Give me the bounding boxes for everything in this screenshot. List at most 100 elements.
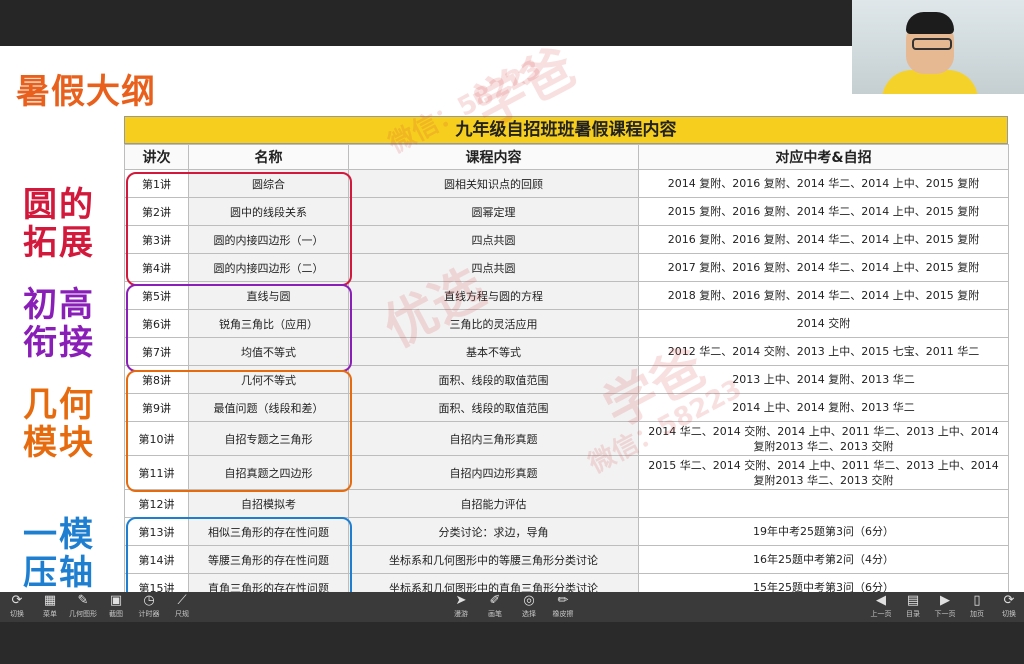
tool-label: 几何图形 bbox=[69, 610, 97, 618]
lesson-reference: 16年25题中考第2问（4分） bbox=[638, 545, 1009, 574]
lesson-content: 面积、线段的取值范围 bbox=[348, 393, 639, 422]
pointer-button[interactable]: ➤ 漫游 bbox=[444, 592, 478, 622]
presenter-glasses bbox=[912, 38, 952, 50]
lesson-name: 自招真题之四边形 bbox=[188, 455, 349, 490]
lesson-content: 三角比的灵活应用 bbox=[348, 309, 639, 338]
lesson-reference: 2014 复附、2016 复附、2014 华二、2014 上中、2015 复附 bbox=[638, 169, 1009, 198]
table-body: 第1讲 圆综合 圆相关知识点的回顾 2014 复附、2016 复附、2014 华二、2… bbox=[124, 169, 1009, 592]
lesson-reference: 2014 华二、2014 交附、2014 上中、2011 华二、2013 上中、… bbox=[638, 421, 1009, 456]
lesson-number: 第10讲 bbox=[124, 421, 189, 456]
page-list-button[interactable]: ▤ 目录 bbox=[896, 592, 930, 622]
timer-button[interactable]: ◷ 计时器 bbox=[132, 592, 166, 622]
lesson-reference: 2015 华二、2014 交附、2014 上中、2011 华二、2013 上中、… bbox=[638, 455, 1009, 490]
refresh-icon: ⟳ bbox=[1003, 593, 1015, 608]
table-row: 第3讲 圆的内接四边形（一） 四点共圆 2016 复附、2016 复附、2014 华二… bbox=[124, 225, 1009, 254]
lesson-number: 第15讲 bbox=[124, 573, 189, 592]
lesson-name: 锐角三角比（应用） bbox=[188, 309, 349, 338]
ruler-pen-icon: ✎ bbox=[77, 593, 89, 608]
table-row: 第9讲 最值问题（线段和差） 面积、线段的取值范围 2014 上中、2014 复附、2… bbox=[124, 393, 1009, 422]
table-row: 第4讲 圆的内接四边形（二） 四点共圆 2017 复附、2016 复附、2014 华二… bbox=[124, 253, 1009, 282]
whiteboard-toolbar: ⟳ 切换 ▦ 菜单 ✎ 几何图形 ▣ 截图 ◷ 计时器 ⟋ 尺规 ➤ 漫游 ✐ 画笔 ◎ 选择 ✏ 橡皮擦 ◀ 上一页 ▤ 目… bbox=[0, 592, 1024, 622]
table-row: 第8讲 几何不等式 面积、线段的取值范围 2013 上中、2014 复附、2013 华… bbox=[124, 365, 1009, 394]
refresh-button[interactable]: ⟳ 切换 bbox=[992, 592, 1024, 622]
lesson-number: 第6讲 bbox=[124, 309, 189, 338]
add-page-button[interactable]: ▯ 加页 bbox=[960, 592, 994, 622]
header-name: 名称 bbox=[188, 144, 349, 170]
lesson-number: 第5讲 bbox=[124, 281, 189, 310]
table-row: 第5讲 直线与圆 直线方程与圆的方程 2018 复附、2016 复附、2014 华二、… bbox=[124, 281, 1009, 310]
tool-label: 选择 bbox=[522, 610, 536, 618]
lesson-name: 直角三角形的存在性问题 bbox=[188, 573, 349, 592]
table-row: 第12讲 自招模拟考 自招能力评估 bbox=[124, 489, 1009, 518]
lesson-name: 相似三角形的存在性问题 bbox=[188, 517, 349, 546]
lesson-number: 第13讲 bbox=[124, 517, 189, 546]
lesson-reference: 15年25题中考第3问（6分） bbox=[638, 573, 1009, 592]
side-label-geometry: 几何模块 bbox=[23, 385, 95, 463]
lesson-number: 第14讲 bbox=[124, 545, 189, 574]
ruler-pen-button[interactable]: ✎ 几何图形 bbox=[66, 592, 100, 622]
tool-label: 尺规 bbox=[175, 610, 189, 618]
course-table: 九年级自招班班暑假课程内容 讲次 名称 课程内容 对应中考&自招 第1讲 圆综合圆… bbox=[124, 116, 1009, 592]
tool-label: 漫游 bbox=[454, 610, 468, 618]
tool-label: 下一页 bbox=[934, 610, 956, 618]
table-title: 九年级自招班班暑假课程内容 bbox=[124, 116, 1008, 144]
lesson-content: 基本不等式 bbox=[348, 337, 639, 366]
lesson-name: 几何不等式 bbox=[188, 365, 349, 394]
footer-bar bbox=[0, 622, 1024, 664]
pen-icon: ✐ bbox=[489, 593, 501, 608]
ruler-icon: ⟋ bbox=[177, 593, 187, 608]
lesson-content: 坐标系和几何图形中的直角三角形分类讨论 bbox=[348, 573, 639, 592]
add-page-icon: ▯ bbox=[973, 593, 981, 608]
lesson-name: 自招模拟考 bbox=[188, 489, 349, 518]
ruler-button[interactable]: ⟋ 尺规 bbox=[165, 592, 199, 622]
lesson-reference: 19年中考25题第3问（6分） bbox=[638, 517, 1009, 546]
tool-label: 加页 bbox=[970, 610, 984, 618]
table-row: 第11讲 自招真题之四边形 自招内四边形真题 2015 华二、2014 交附、2014… bbox=[124, 455, 1009, 490]
lesson-reference: 2015 复附、2016 复附、2014 华二、2014 上中、2015 复附 bbox=[638, 197, 1009, 226]
lesson-reference bbox=[638, 489, 1009, 518]
lesson-name: 最值问题（线段和差） bbox=[188, 393, 349, 422]
slide: 暑假大纲 圆的拓展 初高衔接 几何模块 一模压轴 九年级自招班班暑假课程内容 讲… bbox=[0, 46, 1024, 592]
tool-label: 菜单 bbox=[43, 610, 57, 618]
lesson-content: 圆幂定理 bbox=[348, 197, 639, 226]
lesson-content: 自招内四边形真题 bbox=[348, 455, 639, 490]
lesson-number: 第8讲 bbox=[124, 365, 189, 394]
lesson-reference: 2013 上中、2014 复附、2013 华二 bbox=[638, 365, 1009, 394]
header-ref: 对应中考&自招 bbox=[638, 144, 1009, 170]
eraser-icon: ✏ bbox=[557, 593, 569, 608]
image-button[interactable]: ▣ 截图 bbox=[99, 592, 133, 622]
lesson-content: 分类讨论：求边，导角 bbox=[348, 517, 639, 546]
lesson-name: 直线与圆 bbox=[188, 281, 349, 310]
table-row: 第10讲 自招专题之三角形 自招内三角形真题 2014 华二、2014 交附、2014… bbox=[124, 421, 1009, 456]
lesson-name: 圆中的线段关系 bbox=[188, 197, 349, 226]
lesson-number: 第7讲 bbox=[124, 337, 189, 366]
tool-label: 计时器 bbox=[138, 610, 160, 618]
lesson-number: 第2讲 bbox=[124, 197, 189, 226]
tool-label: 上一页 bbox=[870, 610, 892, 618]
lesson-number: 第1讲 bbox=[124, 169, 189, 198]
lesson-content: 四点共圆 bbox=[348, 253, 639, 282]
lesson-reference: 2017 复附、2016 复附、2014 华二、2014 上中、2015 复附 bbox=[638, 253, 1009, 282]
lesson-content: 面积、线段的取值范围 bbox=[348, 365, 639, 394]
next-page-button[interactable]: ▶ 下一页 bbox=[928, 592, 962, 622]
select-button[interactable]: ◎ 选择 bbox=[512, 592, 546, 622]
lesson-number: 第4讲 bbox=[124, 253, 189, 282]
tool-label: 橡皮擦 bbox=[552, 610, 574, 618]
table-row: 第2讲 圆中的线段关系 圆幂定理 2015 复附、2016 复附、2014 华二、20… bbox=[124, 197, 1009, 226]
tool-label: 目录 bbox=[906, 610, 920, 618]
webcam-feed bbox=[852, 0, 1024, 94]
tool-label: 画笔 bbox=[488, 610, 502, 618]
lesson-reference: 2014 上中、2014 复附、2013 华二 bbox=[638, 393, 1009, 422]
rotate-button[interactable]: ⟳ 切换 bbox=[0, 592, 34, 622]
rotate-icon: ⟳ bbox=[11, 593, 23, 608]
grid-icon: ▦ bbox=[43, 593, 57, 608]
pen-button[interactable]: ✐ 画笔 bbox=[478, 592, 512, 622]
lesson-reference: 2014 交附 bbox=[638, 309, 1009, 338]
table-header-row: 讲次 名称 课程内容 对应中考&自招 bbox=[124, 144, 1009, 170]
lesson-number: 第12讲 bbox=[124, 489, 189, 518]
lesson-name: 圆的内接四边形（一） bbox=[188, 225, 349, 254]
eraser-button[interactable]: ✏ 橡皮擦 bbox=[546, 592, 580, 622]
grid-button[interactable]: ▦ 菜单 bbox=[33, 592, 67, 622]
prev-page-button[interactable]: ◀ 上一页 bbox=[864, 592, 898, 622]
lesson-reference: 2018 复附、2016 复附、2014 华二、2014 上中、2015 复附 bbox=[638, 281, 1009, 310]
